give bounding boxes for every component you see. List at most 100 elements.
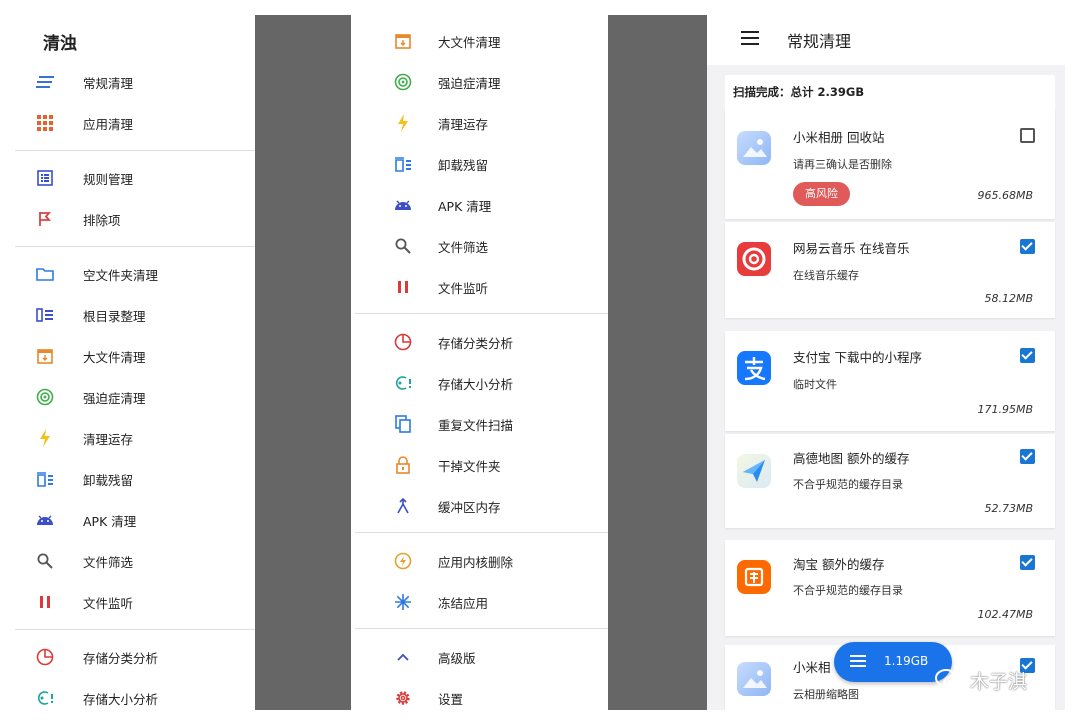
clean-card[interactable]: 淘宝 额外的缓存 不合乎规范的缓存目录 102.47MB: [725, 540, 1055, 636]
drawer-item-label: APK 清理: [83, 513, 137, 529]
taobao-icon: [737, 560, 771, 594]
pause-icon: [35, 592, 55, 612]
grid-apps-icon: [35, 113, 55, 133]
drawer-item-label: 强迫症清理: [438, 75, 501, 91]
drawer-item-file-filter[interactable]: 文件筛选: [15, 541, 255, 581]
bolt-icon: [35, 428, 55, 448]
gap-separator: [608, 15, 707, 710]
card-checkbox[interactable]: [1020, 555, 1035, 570]
drawer-item-label: 存储分类分析: [438, 335, 514, 351]
search-icon: [393, 236, 413, 256]
amap-icon: [737, 454, 771, 488]
drawer-item-rule-manage[interactable]: 规则管理: [15, 158, 255, 198]
drawer-item-big-file[interactable]: 大文件清理: [15, 336, 255, 376]
watermark-text: 木子淇: [970, 670, 1028, 693]
fab-size-label: 1.19GB: [884, 654, 929, 668]
drawer-item-file-filter[interactable]: 文件筛选: [355, 226, 608, 266]
drawer-item-storage-size[interactable]: 存储大小分析: [15, 678, 255, 710]
drawer-item-label: 文件监听: [438, 280, 489, 296]
drawer-item-label: 干掉文件夹: [438, 458, 501, 474]
clean-card[interactable]: 支付宝 下载中的小程序 临时文件 171.95MB: [725, 331, 1055, 431]
drawer-item-ram-clean[interactable]: 清理运存: [355, 103, 608, 143]
regular-clean-screen: 常规清理 扫描完成：总计 2.39GB 小米相册 回收站 请再三确认是否删除 高…: [707, 15, 1065, 710]
drawer-item-empty-folder[interactable]: 空文件夹清理: [15, 254, 255, 294]
drawer-item-big-file[interactable]: 大文件清理: [355, 21, 608, 61]
drawer-item-ocd-clean[interactable]: 强迫症清理: [15, 377, 255, 417]
drawer-item-storage-category[interactable]: 存储分类分析: [355, 322, 608, 362]
card-checkbox[interactable]: [1020, 239, 1035, 254]
drawer-item-apk-clean[interactable]: APK 清理: [355, 185, 608, 225]
drawer-item-ocd-clean[interactable]: 强迫症清理: [355, 62, 608, 102]
divider: [15, 629, 255, 630]
drawer-item-label: 文件监听: [83, 595, 134, 611]
drawer-item-exclusions[interactable]: 排除项: [15, 199, 255, 239]
drawer-item-uninstall-residue[interactable]: 卸载残留: [15, 459, 255, 499]
card-checkbox[interactable]: [1020, 348, 1035, 363]
card-checkbox[interactable]: [1020, 128, 1035, 143]
clean-card[interactable]: 网易云音乐 在线音乐 在线音乐缓存 58.12MB: [725, 222, 1055, 318]
gap-separator: [255, 15, 351, 710]
wechat-icon: [935, 669, 963, 691]
search-icon: [35, 551, 55, 571]
drawer-panel-1: 清浊 常规清理 应用清理 规则管理 排除项 空文件夹清理 根目录整理 大文件清理…: [15, 15, 255, 710]
drawer-item-label: 冻结应用: [438, 595, 489, 611]
drawer-item-freeze-app[interactable]: 冻结应用: [355, 582, 608, 622]
drawer-item-apk-clean[interactable]: APK 清理: [15, 500, 255, 540]
pause-icon: [393, 277, 413, 297]
drawer-item-kill-folder[interactable]: 干掉文件夹: [355, 445, 608, 485]
page-title: 常规清理: [787, 32, 852, 51]
merge-icon: [393, 496, 413, 516]
stack-lines-icon: [35, 72, 55, 92]
android-icon: [393, 195, 413, 215]
card-subtitle: 不合乎规范的缓存目录: [793, 584, 903, 597]
drawer-item-kernel-delete[interactable]: 应用内核删除: [355, 541, 608, 581]
drawer-item-buffer-memory[interactable]: 缓冲区内存: [355, 486, 608, 526]
drawer-item-label: 排除项: [83, 212, 121, 228]
drawer-item-root-organize[interactable]: 根目录整理: [15, 295, 255, 335]
drawer-item-label: 清理运存: [438, 116, 489, 132]
drawer-item-label: 文件筛选: [438, 239, 489, 255]
app-bar: 常规清理: [707, 15, 1065, 65]
drawer-item-file-monitor[interactable]: 文件监听: [15, 582, 255, 622]
divider: [355, 532, 608, 533]
drawer-item-file-monitor[interactable]: 文件监听: [355, 267, 608, 307]
card-size: 58.12MB: [984, 292, 1033, 305]
card-title: 小米相册 回收站: [793, 130, 885, 145]
clean-card[interactable]: 小米相册 回收站 请再三确认是否删除 高风险 965.68MB: [725, 109, 1055, 219]
drawer-item-storage-category[interactable]: 存储分类分析: [15, 637, 255, 677]
target-icon: [393, 72, 413, 92]
card-title: 淘宝 额外的缓存: [793, 557, 885, 572]
drawer-item-ram-clean[interactable]: 清理运存: [15, 418, 255, 458]
drawer-item-label: APK 清理: [438, 198, 492, 214]
drawer-item-settings[interactable]: 设置: [355, 678, 608, 710]
drawer-item-uninstall-residue[interactable]: 卸载残留: [355, 144, 608, 184]
target-icon: [35, 387, 55, 407]
flash-circle-icon: [393, 551, 413, 571]
drawer-title: 清浊: [43, 34, 77, 54]
card-checkbox[interactable]: [1020, 449, 1035, 464]
drawer-item-regular-clean[interactable]: 常规清理: [15, 62, 255, 102]
gallery-app-icon: [737, 131, 771, 165]
menu-icon[interactable]: [741, 31, 759, 45]
drawer-item-app-clean[interactable]: 应用清理: [15, 103, 255, 143]
card-title: 小米相: [793, 660, 831, 675]
size-analyze-icon: [393, 373, 413, 393]
drawer-item-storage-size[interactable]: 存储大小分析: [355, 363, 608, 403]
watermark: 木子淇: [934, 665, 1027, 695]
card-size: 965.68MB: [977, 189, 1033, 202]
divider: [355, 628, 608, 629]
flag-icon: [35, 209, 55, 229]
card-subtitle: 云相册缩略图: [793, 688, 859, 701]
divider: [355, 313, 608, 314]
drawer-item-label: 大文件清理: [438, 34, 501, 50]
drawer-item-label: 空文件夹清理: [83, 267, 159, 283]
drawer-item-duplicate-scan[interactable]: 重复文件扫描: [355, 404, 608, 444]
drawer-item-label: 常规清理: [83, 75, 134, 91]
drawer-item-label: 应用内核删除: [438, 554, 514, 570]
drawer-item-label: 根目录整理: [83, 308, 146, 324]
drawer-item-premium[interactable]: 高级版: [355, 637, 608, 677]
card-size: 52.73MB: [984, 502, 1033, 515]
clean-card[interactable]: 高德地图 额外的缓存 不合乎规范的缓存目录 52.73MB: [725, 434, 1055, 528]
gallery-app-icon: [737, 662, 771, 696]
gear-icon: [393, 688, 413, 708]
